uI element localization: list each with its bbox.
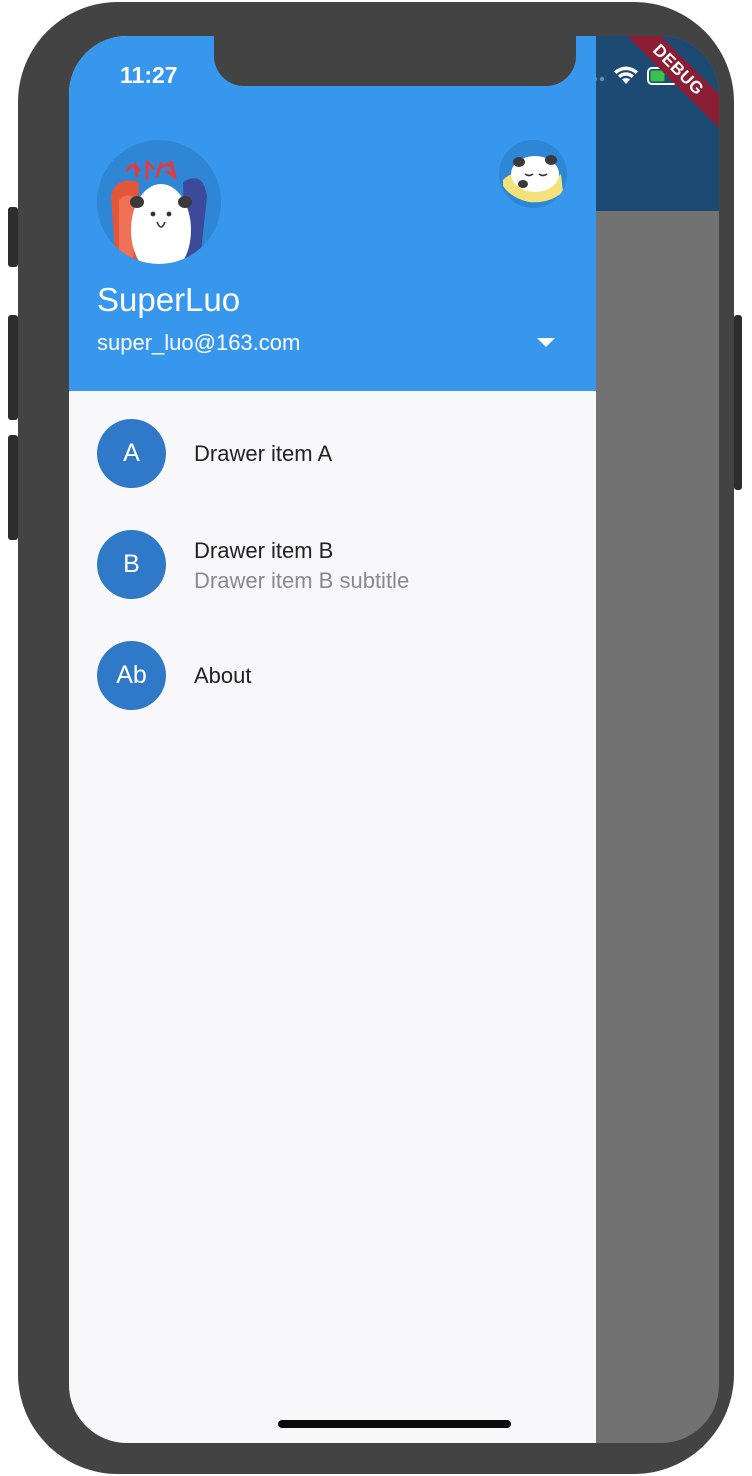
wifi-icon [614,66,638,84]
account-name: SuperLuo [97,281,241,318]
drawer-item-a-title: Drawer item A [194,441,333,466]
account-email: super_luo@163.com [97,330,301,355]
drawer-item-about-avatar: Ab [97,641,166,710]
drawer-item-b[interactable]: B Drawer item B Drawer item B subtitle [69,516,596,626]
drawer-item-about-title: About [194,663,252,688]
drawer-item-b-title: Drawer item B [194,538,334,563]
status-time: 11:27 [120,62,178,88]
drawer-item-about[interactable]: Ab About [69,626,596,736]
notch [214,36,576,86]
volume-down-button [8,435,18,540]
account-details-dropdown-icon[interactable] [537,338,555,347]
screen: DEBUG SuperLuo super_luo@163.com A Drawe… [69,36,719,1443]
navigation-drawer: SuperLuo super_luo@163.com A Drawer item… [69,36,596,1443]
volume-up-button [8,315,18,420]
sleeping-panda-image [499,140,567,208]
power-button [734,315,742,490]
silent-switch [8,207,18,267]
drawer-item-b-avatar: B [97,530,166,599]
panda-cheer-image [97,140,221,264]
drawer-item-b-subtitle: Drawer item B subtitle [194,568,410,593]
drawer-item-a[interactable]: A Drawer item A [69,391,596,516]
current-account-avatar[interactable] [97,140,221,264]
other-account-avatar[interactable] [499,140,567,208]
drawer-item-a-avatar: A [97,419,166,488]
phone-frame: DEBUG SuperLuo super_luo@163.com A Drawe… [8,2,742,1474]
drawer-header: SuperLuo super_luo@163.com [69,36,596,391]
home-indicator[interactable] [278,1420,511,1428]
